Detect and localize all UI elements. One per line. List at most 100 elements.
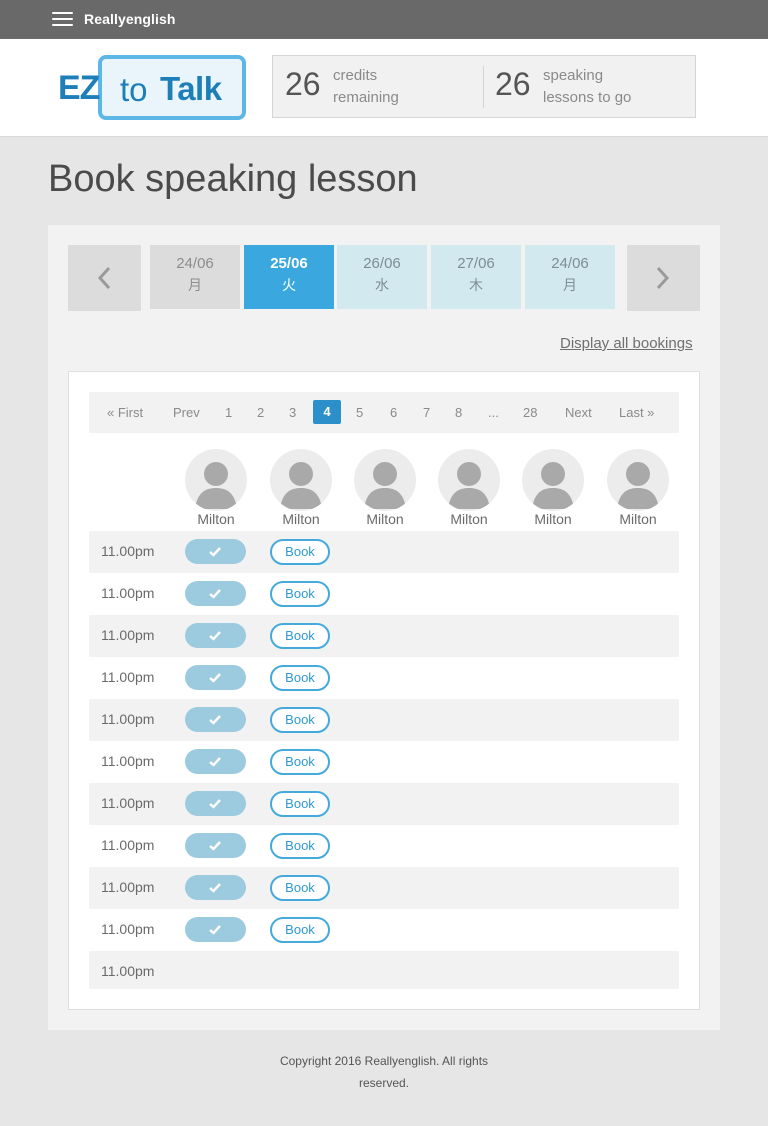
slot-time: 11.00pm [101,543,155,559]
pagination-page[interactable]: 6 [390,392,397,433]
tutor-name: Milton [450,511,488,527]
pagination-page[interactable]: 1 [225,392,232,433]
time-slot-row: 11.00pm Book [89,699,679,741]
avatar [607,449,669,511]
booked-slot-button[interactable] [185,539,246,564]
checkmark-icon [209,673,221,683]
time-slot-row: 11.00pm Book [89,573,679,615]
tutor-card[interactable]: Milton [354,449,416,529]
checkmark-icon [209,883,221,893]
slot-time: 11.00pm [101,837,155,853]
header: to Talk EZ 26 credits remaining 26 speaki… [0,39,768,137]
date-tab-2-selected[interactable]: 25/06 火 [244,245,334,309]
stats-divider [483,66,484,108]
time-slot-row: 11.00pm Book [89,909,679,951]
page-title: Book speaking lesson [48,158,418,200]
slot-time: 11.00pm [101,627,155,643]
avatar [438,449,500,511]
checkmark-icon [209,589,221,599]
slot-time: 11.00pm [101,963,155,979]
stats-box: 26 credits remaining 26 speaking lessons t… [272,55,696,118]
booked-slot-button[interactable] [185,665,246,690]
time-slot-row: 11.00pm [89,951,679,989]
checkmark-icon [209,715,221,725]
date-tab-5[interactable]: 24/06 月 [525,245,615,309]
pagination-page[interactable]: 5 [356,392,363,433]
book-button[interactable]: Book [270,749,330,775]
person-silhouette-icon [364,462,406,509]
pagination-prev[interactable]: Prev [173,392,200,433]
pagination-first[interactable]: « First [107,392,143,433]
date-tab-1[interactable]: 24/06 月 [150,245,240,309]
credits-label: credits remaining [333,67,399,106]
person-silhouette-icon [532,462,574,509]
book-button[interactable]: Book [270,539,330,565]
slot-time: 11.00pm [101,753,155,769]
booked-slot-button[interactable] [185,749,246,774]
lessons-count: 26 [495,66,531,102]
pagination: « First Prev 1 2 3 4 5 6 7 8 ... 28 Next… [89,392,679,433]
tutor-card[interactable]: Milton [522,449,584,529]
tutor-name: Milton [619,511,657,527]
person-silhouette-icon [195,462,237,509]
book-button[interactable]: Book [270,581,330,607]
book-button[interactable]: Book [270,875,330,901]
avatar [270,449,332,511]
book-button[interactable]: Book [270,791,330,817]
booked-slot-button[interactable] [185,791,246,816]
book-button[interactable]: Book [270,917,330,943]
pagination-page[interactable]: 7 [423,392,430,433]
slot-time: 11.00pm [101,795,155,811]
time-slot-row: 11.00pm Book [89,741,679,783]
tutor-card[interactable]: Milton [270,449,332,529]
display-all-bookings-link[interactable]: Display all bookings [560,335,693,352]
date-tab-4[interactable]: 27/06 木 [431,245,521,309]
booked-slot-button[interactable] [185,707,246,732]
booked-slot-button[interactable] [185,623,246,648]
pagination-page[interactable]: 3 [289,392,296,433]
copyright-line-1: Copyright 2016 Reallyenglish. All rights [279,1054,489,1068]
pagination-page[interactable]: 2 [257,392,264,433]
avatar [522,449,584,511]
pagination-next[interactable]: Next [565,392,592,433]
logo-talk-text: Talk [160,70,222,107]
booked-slot-button[interactable] [185,917,246,942]
pagination-current-page[interactable]: 4 [313,400,341,424]
tutor-card[interactable]: Milton [185,449,247,529]
checkmark-icon [209,757,221,767]
menu-icon[interactable] [52,12,73,27]
pagination-page[interactable]: 8 [455,392,462,433]
tutor-name: Milton [197,511,235,527]
footer: Copyright 2016 Reallyenglish. All rights… [0,1050,768,1094]
previous-dates-button[interactable] [68,245,141,311]
checkmark-icon [209,631,221,641]
booking-panel: 24/06 月 25/06 火 26/06 水 27/06 木 24/06 月 Displ… [48,225,720,1030]
booked-slot-button[interactable] [185,581,246,606]
book-button[interactable]: Book [270,665,330,691]
ez-to-talk-logo[interactable]: to Talk EZ [58,55,248,121]
tutor-card[interactable]: Milton [607,449,669,529]
logo-ez-text: EZ [58,69,100,107]
booked-slot-button[interactable] [185,875,246,900]
date-tab-3[interactable]: 26/06 水 [337,245,427,309]
next-dates-button[interactable] [627,245,700,311]
book-button[interactable]: Book [270,623,330,649]
tutor-name: Milton [534,511,572,527]
slot-time: 11.00pm [101,921,155,937]
pagination-last[interactable]: Last » [619,392,654,433]
person-silhouette-icon [617,462,659,509]
copyright-line-2: reserved. [358,1076,410,1090]
avatar [185,449,247,511]
person-silhouette-icon [280,462,322,509]
book-button[interactable]: Book [270,707,330,733]
lessons-label: speaking lessons to go [543,67,632,106]
tutor-card[interactable]: Milton [438,449,500,529]
checkmark-icon [209,841,221,851]
pagination-page[interactable]: 28 [523,392,537,433]
tutor-name: Milton [366,511,404,527]
book-button[interactable]: Book [270,833,330,859]
time-slot-row: 11.00pm Book [89,783,679,825]
booked-slot-button[interactable] [185,833,246,858]
time-slot-row: 11.00pm Book [89,657,679,699]
top-bar: Reallyenglish [0,0,768,39]
